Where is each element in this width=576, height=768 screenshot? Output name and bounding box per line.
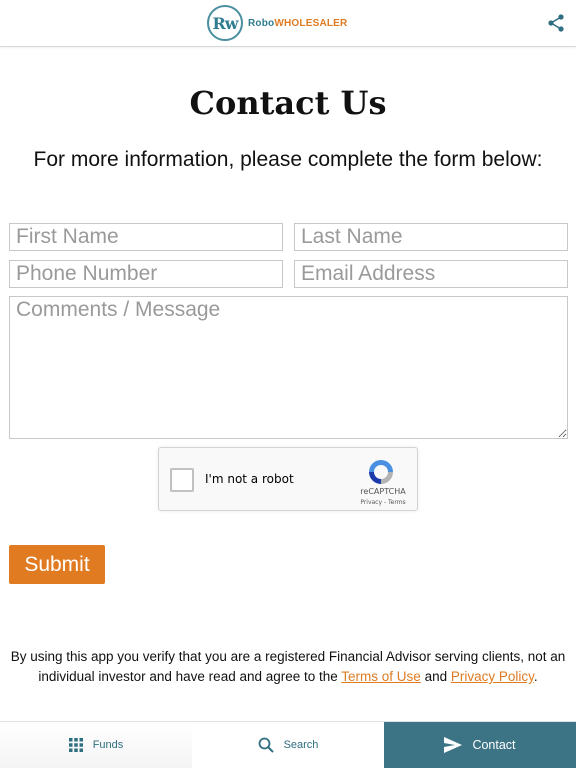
privacy-policy-link[interactable]: Privacy Policy <box>451 669 534 684</box>
email-address-field[interactable] <box>294 260 568 288</box>
recaptcha-widget: I'm not a robot reCAPTCHA Privacy - Term… <box>158 447 418 511</box>
disclaimer-text: By using this app you verify that you ar… <box>6 647 570 687</box>
recaptcha-logo-icon <box>369 460 393 484</box>
first-name-field[interactable] <box>9 223 283 251</box>
comments-message-field[interactable] <box>9 296 568 439</box>
nav-item-contact[interactable]: Contact <box>384 722 576 768</box>
recaptcha-brand: reCAPTCHA <box>360 487 406 496</box>
share-icon[interactable] <box>546 13 566 33</box>
send-icon <box>444 737 463 753</box>
submit-button[interactable]: Submit <box>9 545 105 584</box>
recaptcha-privacy-terms[interactable]: Privacy - Terms <box>354 499 412 506</box>
logo-robo-text: Robo <box>248 17 275 29</box>
logo-mark-text: Rw <box>212 13 238 33</box>
logo-wordmark: RoboWHOLESALER <box>248 18 347 29</box>
page-subtitle: For more information, please complete th… <box>33 148 543 171</box>
nav-label-search: Search <box>283 739 319 751</box>
recaptcha-checkbox[interactable] <box>170 468 194 492</box>
app-header: Rw RoboWHOLESALER <box>0 0 576 47</box>
phone-number-field[interactable] <box>9 260 283 288</box>
grid-icon <box>68 738 83 752</box>
app-logo[interactable]: Rw RoboWHOLESALER <box>207 5 347 41</box>
disclaimer-and: and <box>420 669 451 684</box>
last-name-field[interactable] <box>294 223 568 251</box>
page-title: Contact Us <box>189 84 387 122</box>
disclaimer-end: . <box>533 669 538 684</box>
nav-label-funds: Funds <box>92 739 124 751</box>
nav-item-funds[interactable]: Funds <box>0 722 192 768</box>
bottom-nav: Funds Search Contact <box>0 721 576 768</box>
recaptcha-label: I'm not a robot <box>205 472 294 486</box>
nav-label-contact: Contact <box>472 738 516 752</box>
terms-of-use-link[interactable]: Terms of Use <box>341 669 421 684</box>
search-icon <box>258 737 274 753</box>
logo-wholesaler-text: WHOLESALER <box>274 17 348 29</box>
logo-mark-icon: Rw <box>207 5 243 41</box>
nav-item-search[interactable]: Search <box>192 722 384 768</box>
